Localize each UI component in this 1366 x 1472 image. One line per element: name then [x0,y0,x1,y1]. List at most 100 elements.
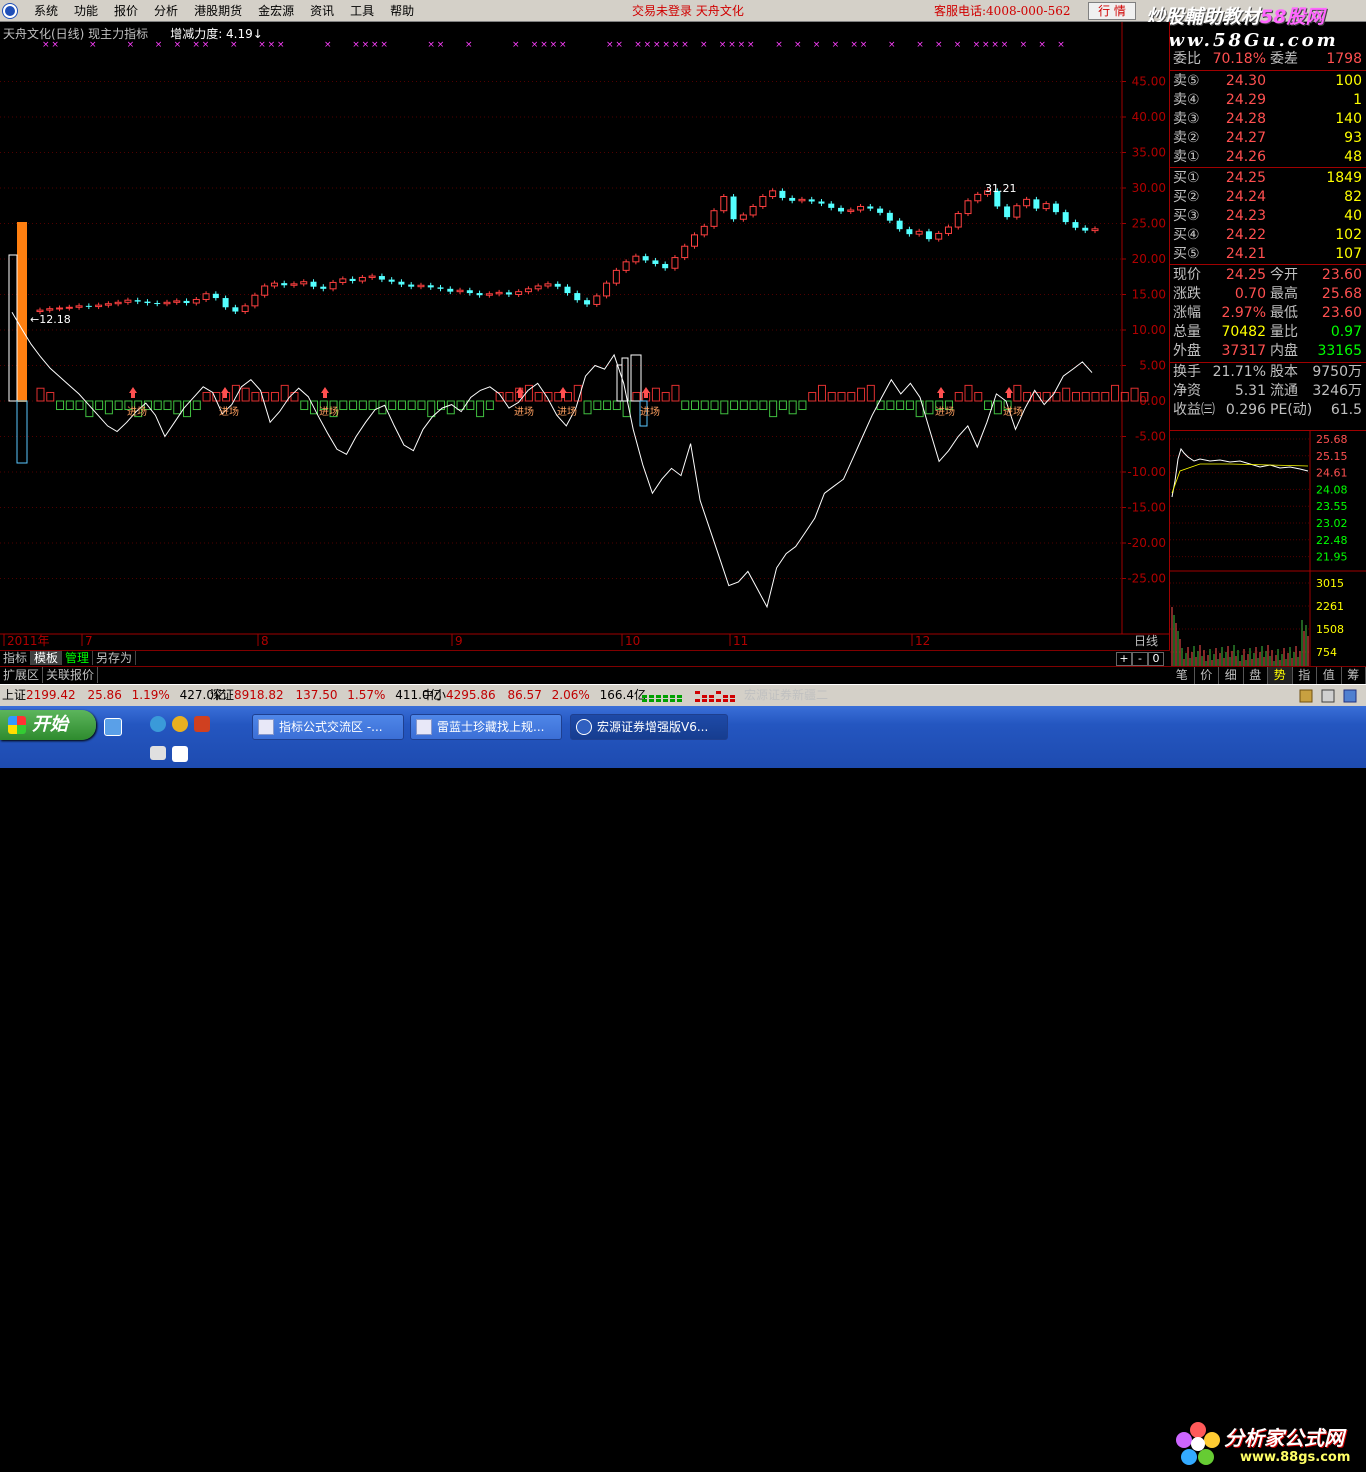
side-tab-trend[interactable]: 势 [1268,667,1293,684]
histogram-bar [408,401,415,410]
quote-row-buy[interactable]: 买③24.2340 [1170,207,1366,226]
candle-body [418,285,424,286]
quote-mode-button[interactable]: 行 情 [1088,2,1136,20]
side-tab-value[interactable]: 值 [1317,667,1342,684]
quote-label-2: 最高 [1270,285,1298,304]
entry-tag-label: 进场 [514,405,534,418]
quote-row-sell[interactable]: 卖④24.291 [1170,91,1366,110]
side-tab-order[interactable]: 盘 [1244,667,1269,684]
quote-price: 24.27 [1226,129,1266,148]
task-label-collection: 雷蓝士珍藏找上规... [437,720,544,734]
quicklaunch-keyboard-icon[interactable] [150,746,166,760]
tab-extension[interactable]: 扩展区 [0,667,43,683]
start-button[interactable]: 开始 [0,710,96,740]
side-tab-chips[interactable]: 筹 [1342,667,1366,684]
menu-tools[interactable]: 工具 [342,3,382,19]
index-smallcap[interactable]: 中小4295.86 86.57 2.06% 166.4亿 [422,685,646,705]
quote-label-2: 委差 [1270,50,1298,69]
candle-body [936,233,942,239]
quote-row-stat[interactable]: 涨跌0.70最高25.68 [1170,285,1366,304]
quicklaunch-app-icon[interactable] [194,716,210,732]
tab-save-as[interactable]: 另存为 [93,651,136,665]
mini-vol-tick: 3015 [1316,577,1344,590]
signal-mark: × [550,40,558,50]
intraday-minichart[interactable]: 25.6825.1524.6124.0823.5523.0222.4821.95… [1170,430,1366,666]
histogram-bar [818,385,825,401]
quote-value: 102 [1335,226,1362,245]
quote-row-sell[interactable]: 卖①24.2648 [1170,148,1366,167]
tab-indicator[interactable]: 指标 [0,651,31,665]
quote-row-stat2[interactable]: 换手21.71%股本9750万 [1170,363,1366,382]
y-tick-label: 25.00 [1132,217,1166,231]
menu-help[interactable]: 帮助 [382,3,422,19]
quote-row-ratio[interactable]: 委比70.18%委差1798 [1170,50,1366,69]
histogram-bar [164,401,171,410]
signal-mark: × [644,40,652,50]
login-status: 交易未登录 天舟文化 [632,3,744,19]
y-tick-label: 20.00 [1132,252,1166,266]
histogram-bar [96,401,103,410]
quicklaunch-help-icon[interactable] [172,746,188,762]
histogram-bar [877,401,884,410]
quote-row-buy[interactable]: 买②24.2482 [1170,188,1366,207]
menu-quote[interactable]: 报价 [106,3,146,19]
histogram-bar [184,401,191,417]
tab-manage[interactable]: 管理 [62,651,93,665]
side-tab-trades[interactable]: 笔 [1170,667,1195,684]
index-status-bar: 上证2199.42 25.86 1.19% 427.0亿 深证8918.82 1… [0,684,1366,706]
index-shenzhen[interactable]: 深证8918.82 137.50 1.57% 411.0亿 [210,685,442,705]
kline-chart-area[interactable]: 45.0040.0035.0030.0025.0020.0015.0010.00… [0,22,1170,650]
candle-body [926,231,932,239]
quote-row-buy[interactable]: 买①24.251849 [1170,169,1366,188]
quote-row-sell[interactable]: 卖⑤24.30100 [1170,72,1366,91]
signal-mark: × [982,40,990,50]
zoom-in-button[interactable]: + [1116,652,1132,666]
side-tab-detail[interactable]: 细 [1219,667,1244,684]
menu-news[interactable]: 资讯 [302,3,342,19]
quote-row-stat[interactable]: 总量70482量比0.97 [1170,323,1366,342]
histogram-bar [281,385,288,401]
watermark-brand: 58股网 [1260,6,1324,28]
tab-template[interactable]: 模板 [31,651,62,665]
histogram-bar [691,401,698,410]
quote-row-buy[interactable]: 买④24.22102 [1170,226,1366,245]
candle-body [565,287,571,293]
desktop-icon[interactable] [104,718,122,736]
menu-hk-futures[interactable]: 港股期货 [186,3,250,19]
tab-related-quote[interactable]: 关联报价 [43,667,98,683]
histogram-bar [1072,392,1079,401]
candle-body [125,300,131,302]
signal-mark: × [935,40,943,50]
quote-row-stat2[interactable]: 收益㈢0.296PE(动)61.5 [1170,401,1366,420]
quote-row-sell[interactable]: 卖③24.28140 [1170,110,1366,129]
histogram-bar [193,401,200,410]
histogram-bar [770,401,777,417]
quicklaunch-ie-icon[interactable] [150,716,166,732]
quote-row-stat[interactable]: 涨幅2.97%最低23.60 [1170,304,1366,323]
menu-jinhongyuan[interactable]: 金宏源 [250,3,302,19]
signal-mark: × [672,40,680,50]
index-shanghai[interactable]: 上证2199.42 25.86 1.19% 427.0亿 [2,685,226,705]
menu-system[interactable]: 系统 [26,3,66,19]
task-button-hongyuan[interactable]: 宏源证券增强版V6... [570,714,728,740]
index-sz-pct: 1.57% [347,688,385,702]
zoom-out-button[interactable]: - [1132,652,1148,666]
zoom-reset-button[interactable]: 0 [1148,652,1164,666]
entry-arrow-icon [559,387,567,398]
candle-body [623,262,629,271]
quote-row-stat[interactable]: 现价24.25今开23.60 [1170,266,1366,285]
side-tab-index[interactable]: 指 [1293,667,1318,684]
menu-function[interactable]: 功能 [66,3,106,19]
quote-row-sell[interactable]: 卖②24.2793 [1170,129,1366,148]
quicklaunch-media-icon[interactable] [172,716,188,732]
quote-row-stat2[interactable]: 净资5.31流通3246万 [1170,382,1366,401]
side-tab-price[interactable]: 价 [1195,667,1220,684]
quote-row-buy[interactable]: 买⑤24.21107 [1170,245,1366,264]
quote-row-stat[interactable]: 外盘37317内盘33165 [1170,342,1366,361]
candle-body [203,294,209,300]
task-button-collection[interactable]: 雷蓝士珍藏找上规... [410,714,562,740]
task-button-forum[interactable]: 指标公式交流区 -... [252,714,404,740]
menu-analysis[interactable]: 分析 [146,3,186,19]
quote-value: 0.97 [1331,323,1362,342]
index-zx-value: 4295.86 [446,688,496,702]
